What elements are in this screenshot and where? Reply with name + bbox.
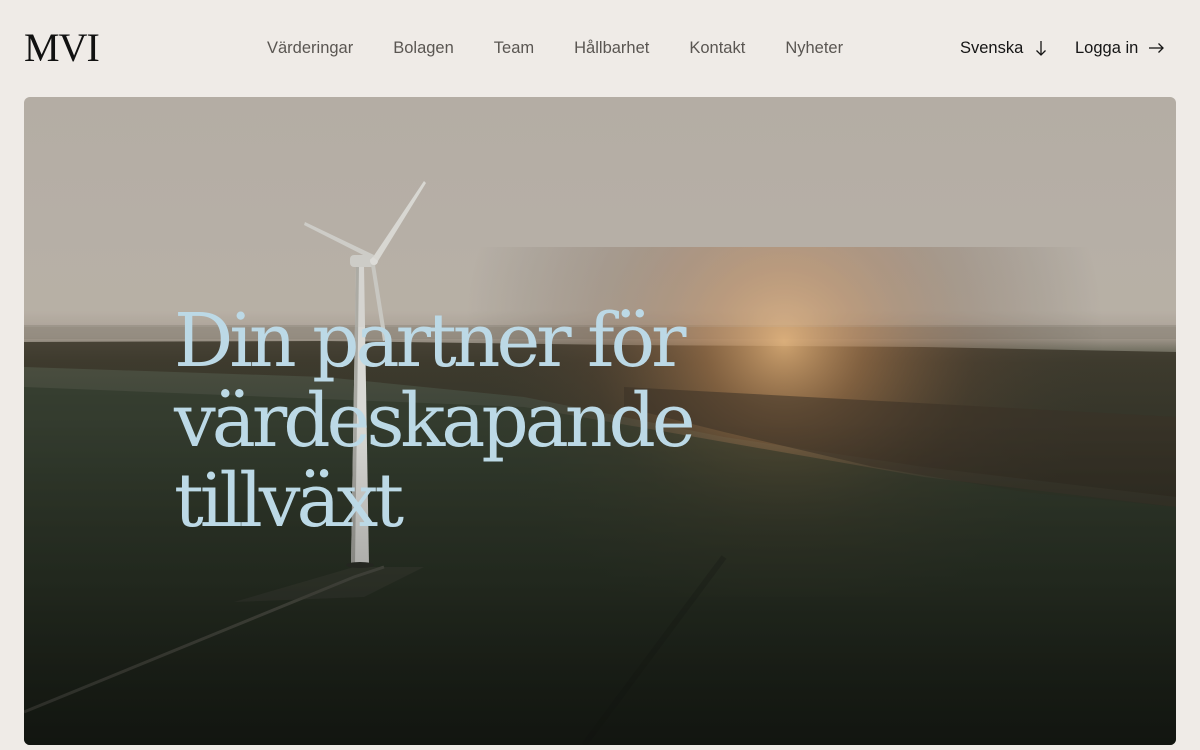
- language-label: Svenska: [960, 39, 1024, 57]
- login-label: Logga in: [1075, 39, 1139, 57]
- headline-line-2: värdeskapande: [174, 378, 696, 464]
- hero-headline: Din partner för värdeskapande tillväxt: [174, 301, 814, 541]
- nav-item-hallbarhet[interactable]: Hållbarhet: [574, 38, 649, 58]
- nav-item-bolagen[interactable]: Bolagen: [393, 38, 454, 58]
- headline-line-3: tillväxt: [174, 458, 404, 544]
- logo[interactable]: MVI: [24, 28, 100, 68]
- arrow-right-icon: [1149, 43, 1165, 53]
- login-link[interactable]: Logga in: [1075, 38, 1165, 58]
- nav-item-nyheter[interactable]: Nyheter: [785, 38, 843, 58]
- nav-item-varderingar[interactable]: Värderingar: [267, 38, 353, 58]
- site-header: MVI Värderingar Bolagen Team Hållbarhet …: [0, 0, 1200, 96]
- hero-section: Din partner för värdeskapande tillväxt: [24, 97, 1176, 745]
- headline-line-1: Din partner för: [174, 298, 686, 384]
- language-selector[interactable]: Svenska: [960, 38, 1049, 58]
- nav-item-team[interactable]: Team: [494, 38, 534, 58]
- arrow-down-icon: [1036, 41, 1047, 56]
- main-nav: Värderingar Bolagen Team Hållbarhet Kont…: [267, 38, 843, 58]
- nav-item-kontakt[interactable]: Kontakt: [689, 38, 745, 58]
